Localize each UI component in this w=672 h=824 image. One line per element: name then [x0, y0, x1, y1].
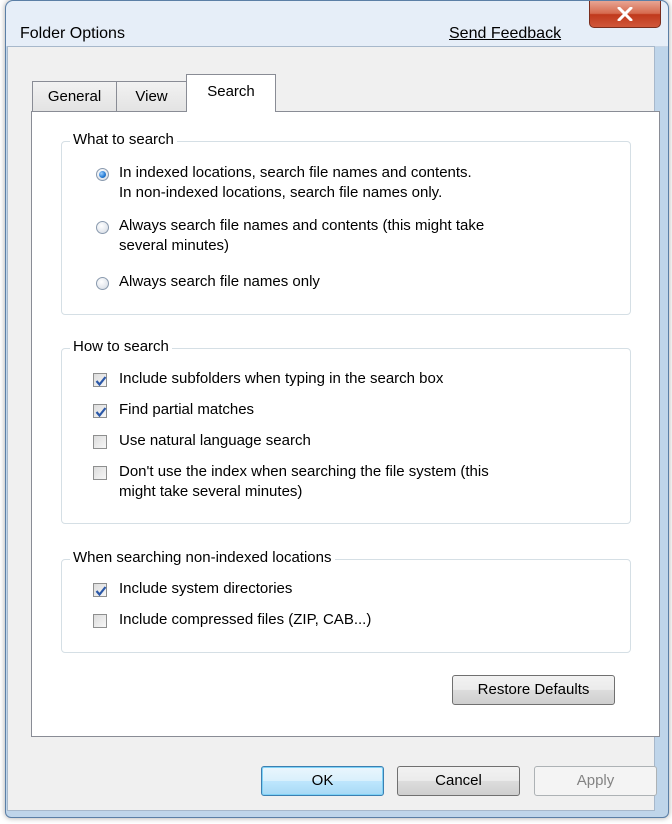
restore-defaults-button[interactable]: Restore Defaults — [452, 675, 615, 705]
include-subfolders-label: Include subfolders when typing in the se… — [119, 370, 444, 387]
checkmark-icon — [95, 586, 107, 597]
non-indexed-group: When searching non-indexed locations — [61, 549, 631, 653]
find-partial-matches-label: Find partial matches — [119, 401, 255, 418]
search-tab-panel: What to search In indexed locations, sea… — [31, 111, 660, 737]
system-directories-label: Include system directories — [119, 580, 293, 597]
checkmark-icon — [95, 407, 107, 418]
checkbox-find-partial-matches[interactable] — [93, 404, 107, 418]
radio-always-names-contents[interactable] — [96, 221, 109, 234]
checkbox-include-subfolders[interactable] — [93, 373, 107, 387]
cancel-button[interactable]: Cancel — [397, 766, 520, 796]
close-x-icon — [617, 7, 633, 21]
radio-indexed-locations-label-1: In indexed locations, search file names … — [119, 164, 472, 181]
non-indexed-legend: When searching non-indexed locations — [70, 549, 335, 566]
radio-always-names-contents-label-2: several minutes) — [119, 237, 230, 254]
tab-general[interactable]: General — [32, 81, 117, 111]
dont-use-index-label-2: might take several minutes) — [119, 483, 303, 500]
window-title: Folder Options — [20, 25, 125, 42]
close-button[interactable] — [589, 1, 661, 28]
natural-language-label: Use natural language search — [119, 432, 311, 449]
dont-use-index-label-1: Don't use the index when searching the f… — [119, 463, 489, 480]
title-bar: Folder Options Send Feedback — [6, 1, 668, 47]
checkbox-compressed-files[interactable] — [93, 614, 107, 628]
radio-always-names-only-label: Always search file names only — [119, 273, 320, 290]
checkbox-natural-language[interactable] — [93, 435, 107, 449]
tab-search[interactable]: Search — [186, 74, 276, 112]
what-to-search-legend: What to search — [70, 131, 177, 148]
tab-view[interactable]: View — [116, 81, 187, 111]
radio-indexed-locations[interactable] — [96, 168, 109, 181]
compressed-files-label: Include compressed files (ZIP, CAB...) — [119, 611, 372, 628]
ok-button[interactable]: OK — [261, 766, 384, 796]
radio-always-names-only[interactable] — [96, 277, 109, 290]
checkbox-system-directories[interactable] — [93, 583, 107, 597]
checkmark-icon — [95, 376, 107, 387]
radio-indexed-locations-label-2: In non-indexed locations, search file na… — [119, 184, 443, 201]
how-to-search-legend: How to search — [70, 338, 172, 355]
radio-always-names-contents-label-1: Always search file names and contents (t… — [119, 217, 485, 234]
apply-button[interactable]: Apply — [534, 766, 657, 796]
checkbox-dont-use-index[interactable] — [93, 466, 107, 480]
send-feedback-link[interactable]: Send Feedback — [449, 25, 561, 43]
